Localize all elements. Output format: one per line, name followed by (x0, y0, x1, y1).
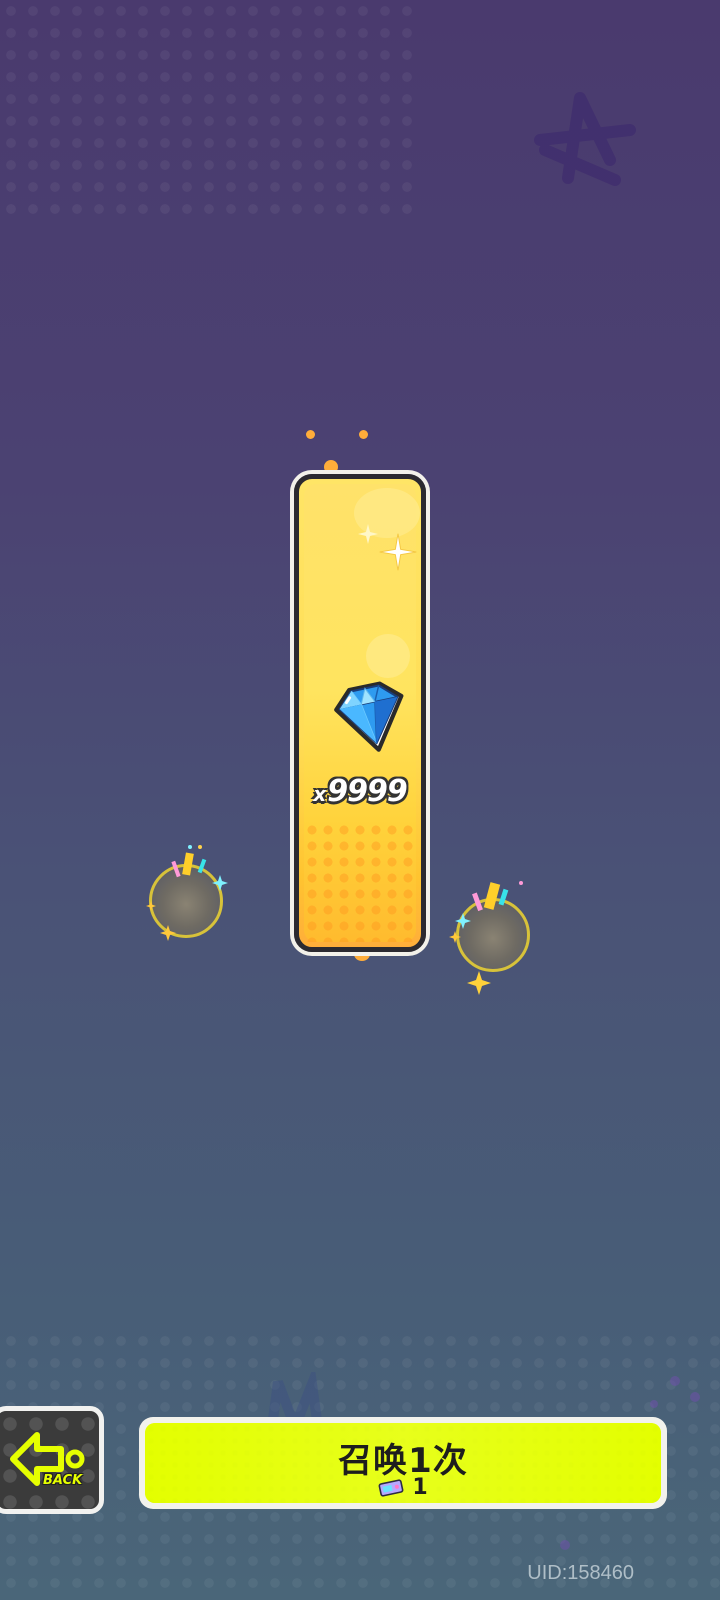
sparkle-icon (160, 925, 176, 941)
sparkle-icon (467, 971, 491, 995)
reward-quantity: x9999 (304, 774, 416, 809)
card-highlight (366, 634, 410, 678)
particle-dot (324, 460, 338, 474)
quantity-value: 9999 (327, 774, 407, 809)
decor-dot (670, 1376, 680, 1386)
background-star-icon (534, 92, 636, 186)
sparkle-icon (449, 931, 461, 943)
user-id-label: UID:158460 (527, 1562, 634, 1584)
spark-orb-left (146, 845, 228, 941)
summon-button-face: 召唤1次 1 (145, 1423, 661, 1503)
burst-icon (171, 845, 228, 891)
reward-card-inner: x9999 (304, 484, 420, 942)
sparkle-icon (379, 533, 417, 571)
sparkle-icon (146, 901, 156, 911)
summon-ticket-icon (378, 1478, 404, 1497)
card-halftone (304, 822, 416, 942)
back-label: BACK (43, 1473, 83, 1488)
decor-dot (650, 1400, 658, 1408)
reward-card[interactable]: x9999 (294, 474, 426, 952)
particle-dot (306, 430, 315, 439)
sparkle-icon (358, 524, 378, 544)
decor-dot (690, 1392, 700, 1402)
background-halftone (0, 0, 420, 220)
summon-cost: 1 (145, 1475, 661, 1500)
back-button[interactable]: BACK (0, 1406, 104, 1514)
particle-dot (359, 430, 368, 439)
gacha-result-screen: x9999 BACK 召唤1次 1 UID:158460 (0, 0, 720, 1600)
burst-icon (455, 881, 523, 929)
summon-cost-value: 1 (412, 1475, 428, 1500)
spark-orb-right (449, 881, 530, 995)
blue-diamond-gem-icon (334, 681, 404, 752)
multiplier-prefix: x (313, 782, 326, 806)
decor-dot (560, 1540, 570, 1550)
summon-once-button[interactable]: 召唤1次 1 (139, 1417, 667, 1509)
